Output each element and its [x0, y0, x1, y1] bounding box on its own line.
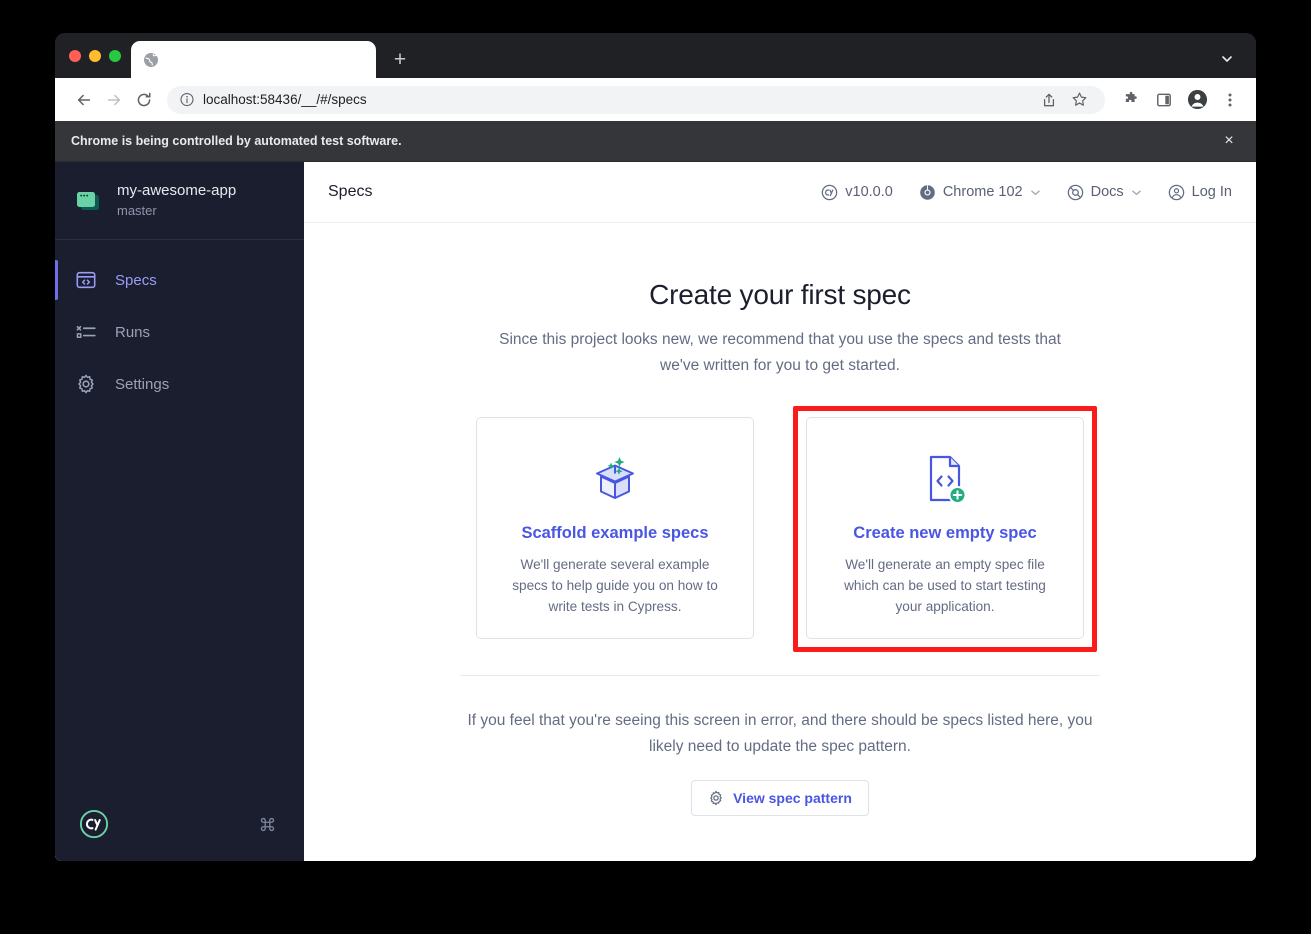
chevron-down-icon [1131, 190, 1141, 195]
automation-infobar: Chrome is being controlled by automated … [55, 121, 1256, 162]
topbar-item-label: Log In [1191, 184, 1232, 200]
card-description: We'll generate several example specs to … [512, 557, 718, 614]
address-bar[interactable]: localhost:58436/__/#/specs [167, 85, 1105, 114]
tab-search-button[interactable] [1214, 46, 1240, 72]
browser-toolbar: localhost:58436/__/#/specs [55, 78, 1256, 121]
content-divider [460, 675, 1100, 676]
scaffold-example-specs-card[interactable]: Scaffold example specs We'll generate se… [476, 417, 754, 639]
specs-code-window-icon [76, 271, 96, 289]
empty-state-title: Create your first spec [649, 279, 911, 310]
bookmark-button[interactable] [1065, 86, 1093, 114]
puzzle-piece-icon [1125, 91, 1137, 102]
info-circle-icon [180, 92, 194, 107]
forward-button[interactable] [99, 85, 129, 115]
profile-avatar-icon [1187, 89, 1207, 110]
address-bar-url: localhost:58436/__/#/specs [203, 92, 367, 107]
browser-menu-button[interactable] [1216, 86, 1244, 114]
sidebar-footer [55, 809, 304, 861]
cypress-app: my-awesome-app master Specs Runs Setting… [55, 162, 1256, 861]
card-description: We'll generate an empty spec file which … [844, 557, 1046, 614]
card-title: Create new empty spec [853, 524, 1037, 542]
empty-state-subtitle: Since this project looks new, we recomme… [499, 331, 1061, 374]
spec-pattern-note: If you feel that you're seeing this scre… [467, 712, 1093, 755]
topbar-actions: v10.0.0 Chrome 102 Docs Log In [821, 184, 1232, 201]
arrow-right-icon [107, 94, 121, 105]
minimize-window-button[interactable] [89, 49, 101, 62]
profile-button[interactable] [1183, 86, 1211, 114]
side-panel-icon [1157, 93, 1171, 106]
new-code-file-icon [929, 455, 967, 504]
back-button[interactable] [69, 85, 99, 115]
docs-globe-icon [1067, 184, 1083, 200]
extensions-button[interactable] [1117, 86, 1145, 114]
browser-selector[interactable]: Chrome 102 [919, 184, 1041, 201]
sidebar-item-specs[interactable]: Specs [55, 254, 304, 306]
command-key-icon[interactable] [259, 816, 276, 833]
login-button[interactable]: Log In [1168, 184, 1232, 201]
three-dots-menu-icon [1228, 93, 1232, 106]
share-icon [1043, 93, 1055, 106]
runs-list-icon [76, 325, 96, 338]
action-cards: Scaffold example specs We'll generate se… [476, 406, 1097, 652]
scaffold-card-wrapper: Scaffold example specs We'll generate se… [476, 417, 754, 639]
chrome-browser-icon [920, 184, 935, 200]
new-tab-button[interactable]: + [385, 44, 415, 74]
close-window-button[interactable] [69, 49, 81, 62]
version-indicator[interactable]: v10.0.0 [821, 184, 893, 201]
project-switcher[interactable]: my-awesome-app master [55, 162, 304, 240]
arrow-left-icon [77, 94, 91, 105]
reload-icon [137, 92, 151, 106]
project-window-icon [77, 191, 99, 210]
specs-empty-state: Create your first spec Since this projec… [304, 223, 1256, 861]
app-sidebar: my-awesome-app master Specs Runs Setting… [55, 162, 304, 861]
card-icon-container [920, 448, 970, 510]
share-button[interactable] [1035, 86, 1063, 114]
create-new-empty-spec-card[interactable]: Create new empty spec We'll generate an … [806, 417, 1084, 639]
reload-button[interactable] [129, 85, 159, 115]
browser-tab-strip: + [55, 33, 1256, 78]
globe-icon [144, 52, 158, 67]
gear-icon [78, 374, 94, 394]
card-icon-container [586, 448, 644, 510]
cypress-logo-icon [821, 184, 838, 200]
sidebar-item-settings[interactable]: Settings [55, 358, 304, 410]
maximize-window-button[interactable] [109, 49, 121, 62]
project-branch: master [117, 203, 157, 218]
topbar-item-label: Docs [1090, 184, 1124, 200]
project-name: my-awesome-app [117, 182, 237, 199]
app-main: Specs v10.0.0 Chrome 102 Docs Log In Cre… [304, 162, 1256, 861]
page-title: Specs [328, 183, 373, 200]
automation-infobar-message: Chrome is being controlled by automated … [71, 134, 402, 148]
cypress-cy-logo[interactable] [79, 809, 109, 839]
gear-icon [710, 790, 722, 806]
sidebar-item-label: Specs [115, 271, 157, 289]
side-panel-button[interactable] [1150, 86, 1178, 114]
user-circle-icon [1168, 184, 1184, 200]
view-spec-pattern-label: View spec pattern [733, 790, 852, 806]
sidebar-item-label: Settings [115, 375, 170, 393]
topbar-item-label: Chrome 102 [942, 184, 1023, 200]
empty-spec-card-wrapper: Create new empty spec We'll generate an … [793, 406, 1097, 652]
open-box-sparkles-icon [596, 457, 634, 499]
view-spec-pattern-button[interactable]: View spec pattern [691, 780, 869, 816]
app-topbar: Specs v10.0.0 Chrome 102 Docs Log In [304, 162, 1256, 223]
docs-menu[interactable]: Docs [1067, 184, 1142, 201]
browser-tab[interactable] [131, 41, 376, 78]
card-title: Scaffold example specs [521, 524, 709, 542]
chevron-down-icon [1222, 56, 1232, 62]
star-icon [1072, 92, 1086, 106]
chevron-down-icon [1030, 190, 1040, 195]
topbar-item-label: v10.0.0 [845, 184, 893, 200]
browser-window: + localhost:58436/__/#/specs Chrome is b… [55, 33, 1256, 861]
close-icon[interactable]: × [1218, 130, 1240, 152]
sidebar-item-label: Runs [115, 323, 151, 341]
sidebar-nav: Specs Runs Settings [55, 240, 304, 410]
sidebar-item-runs[interactable]: Runs [55, 306, 304, 358]
window-traffic-lights [67, 33, 131, 78]
